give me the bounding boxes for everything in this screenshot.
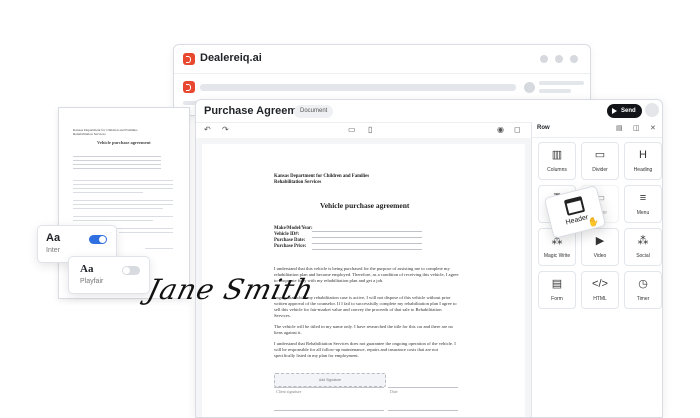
grab-hand-icon: ✋	[586, 215, 601, 229]
eye-icon[interactable]: ◉	[497, 125, 504, 135]
duplicate-icon[interactable]: ◫	[633, 124, 640, 134]
editor-window: Purchase Agreement Document Send ↶ ↷ ▭ ▯…	[195, 99, 663, 418]
field-label: Vehicle ID#:	[274, 232, 300, 237]
block-tile[interactable]: ⁂ Social	[624, 228, 662, 266]
browser-tab-bar: Dealereiq.ai	[174, 45, 590, 74]
send-button[interactable]: Send	[607, 104, 642, 118]
doc-header-line1: Kansas Department for Children and Famil…	[274, 174, 370, 179]
block-label: HTML	[593, 296, 607, 302]
client-signature-label: Client signature	[276, 389, 302, 394]
address-bar-logo-icon	[183, 81, 195, 93]
block-tile[interactable]: ▶ Video	[581, 228, 619, 266]
field-label: Purchase Price:	[274, 244, 307, 249]
window-dot-icon[interactable]	[540, 55, 548, 63]
video-icon: ▶	[595, 235, 605, 247]
block-label: Magic Write	[543, 253, 571, 259]
placeholder-bar	[539, 81, 584, 85]
signature-line	[274, 387, 384, 388]
date-label: Date	[390, 389, 398, 394]
html-icon: </>	[592, 278, 608, 290]
editor-toolbar: ↶ ↷ ▭ ▯ ◉ ◻	[196, 122, 531, 139]
paragraph: I understand that Rehabilitation Service…	[274, 341, 456, 358]
block-label: Video	[593, 253, 607, 259]
trash-icon[interactable]: ▤	[616, 124, 623, 134]
date-line	[388, 387, 458, 388]
comment-icon[interactable]: ◻	[514, 125, 521, 135]
font-toggle-off[interactable]	[122, 266, 140, 275]
desktop-preview-icon[interactable]: ▭	[348, 125, 356, 135]
form-icon: ▤	[551, 278, 563, 290]
font-option-playfair[interactable]: Aa Playfair	[68, 256, 150, 294]
blocks-panel: Row ▤ ◫ ✕ ▥Columns▭DividerHHeadingT▭...a…	[531, 122, 662, 417]
browser-title: Dealereiq.ai	[200, 52, 262, 64]
window-dot-icon[interactable]	[570, 55, 578, 63]
mobile-preview-icon[interactable]: ▯	[368, 125, 372, 135]
profile-icon[interactable]	[524, 82, 535, 93]
document-type-badge: Document	[294, 105, 334, 118]
block-label: Columns	[547, 167, 567, 173]
signature-line	[274, 410, 384, 411]
paragraph: The vehicle will be titled in my name on…	[274, 324, 453, 335]
close-icon[interactable]: ✕	[650, 124, 656, 134]
thumb-header: Kansas Department for Children and Famil…	[73, 128, 138, 136]
font-name: Playfair	[80, 278, 104, 285]
block-tile[interactable]: ▤ Form	[538, 271, 576, 309]
signature-text: Jane Smith	[143, 273, 318, 306]
font-toggle-on[interactable]	[89, 235, 107, 244]
undo-icon[interactable]: ↶	[204, 125, 211, 135]
font-name: Inter	[46, 247, 61, 254]
block-tile[interactable]: ≡ Menu	[624, 185, 662, 223]
timer-icon: ◷	[638, 278, 648, 290]
dealereiq-logo-icon	[183, 53, 195, 65]
block-tile[interactable]: </> HTML	[581, 271, 619, 309]
block-tile[interactable]: ▭ Divider	[581, 142, 619, 180]
block-label: Social	[636, 253, 650, 259]
doc-header-line2: Rehabilitation Services	[274, 180, 322, 185]
field-line[interactable]	[312, 237, 422, 238]
address-bar[interactable]	[200, 84, 516, 91]
panel-title: Row	[537, 125, 550, 131]
add-signature-label: Add Signature	[318, 378, 342, 382]
block-label: Timer	[636, 296, 650, 302]
social-icon: ⁂	[637, 235, 649, 247]
placeholder-bar	[539, 89, 571, 93]
block-tile[interactable]: ▥ Columns	[538, 142, 576, 180]
block-label: Heading	[633, 167, 653, 173]
thumb-title: Vehicle purchase agreement	[97, 140, 151, 145]
add-signature-box[interactable]: Add Signature	[274, 373, 386, 387]
block-tile[interactable]: H Heading	[624, 142, 662, 180]
field-label: Purchase Date:	[274, 238, 306, 243]
field-label: Make/Model/Year:	[274, 226, 313, 231]
block-label: Divider	[592, 167, 608, 173]
block-label: Menu	[636, 210, 650, 216]
block-label: Form	[551, 296, 563, 302]
doc-title: Vehicle purchase agreement	[320, 201, 410, 210]
avatar[interactable]	[645, 103, 659, 117]
font-sample: Aa	[80, 263, 94, 275]
field-line[interactable]	[312, 243, 422, 244]
field-line[interactable]	[312, 249, 422, 250]
font-sample: Aa	[46, 232, 61, 244]
header-icon	[563, 195, 586, 216]
columns-icon: ▥	[551, 149, 563, 161]
window-dot-icon[interactable]	[555, 55, 563, 63]
heading-icon: H	[639, 149, 647, 161]
field-line[interactable]	[312, 231, 422, 232]
panel-header: Row ▤ ◫ ✕	[532, 122, 662, 138]
redo-icon[interactable]: ↷	[222, 125, 229, 135]
block-tile[interactable]: ◷ Timer	[624, 271, 662, 309]
divider-icon: ▭	[594, 149, 606, 161]
menu-icon: ≡	[639, 192, 647, 204]
date-line	[388, 410, 458, 411]
